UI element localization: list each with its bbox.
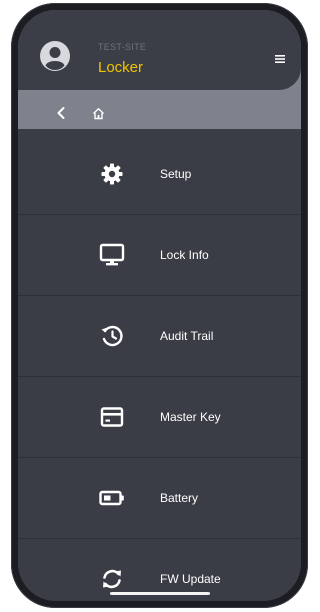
user-avatar-icon[interactable] xyxy=(40,41,70,71)
app-screen: TEST-SITE Locker Setup Lock Info Audit T… xyxy=(18,10,301,601)
home-indicator xyxy=(109,592,210,595)
back-chevron-icon[interactable] xyxy=(55,106,67,120)
menu-item-setup[interactable]: Setup xyxy=(18,134,301,214)
gear-icon xyxy=(98,160,126,188)
menu-item-label: Battery xyxy=(160,491,199,505)
app-header: TEST-SITE Locker xyxy=(18,10,301,90)
sync-icon xyxy=(98,565,126,593)
menu-item-label: FW Update xyxy=(160,572,221,586)
menu-item-audit-trail[interactable]: Audit Trail xyxy=(18,295,301,376)
app-title: Locker xyxy=(98,59,144,76)
menu-list: Setup Lock Info Audit Trail Master Key B… xyxy=(18,134,301,601)
menu-item-label: Audit Trail xyxy=(160,329,214,343)
battery-icon xyxy=(98,484,126,512)
home-icon[interactable] xyxy=(92,107,105,120)
menu-item-lock-info[interactable]: Lock Info xyxy=(18,214,301,295)
menu-item-label: Lock Info xyxy=(160,248,209,262)
hamburger-menu-icon[interactable] xyxy=(272,52,288,66)
menu-item-label: Master Key xyxy=(160,410,221,424)
menu-item-master-key[interactable]: Master Key xyxy=(18,376,301,457)
phone-frame: TEST-SITE Locker Setup Lock Info Audit T… xyxy=(11,3,308,608)
credit-card-icon xyxy=(98,403,126,431)
monitor-icon xyxy=(98,241,126,269)
site-name: TEST-SITE xyxy=(98,42,147,52)
history-icon xyxy=(98,322,126,350)
subheader-bar: TEST-SITE Locker xyxy=(18,10,301,129)
menu-item-label: Setup xyxy=(160,167,192,181)
menu-item-battery[interactable]: Battery xyxy=(18,457,301,538)
